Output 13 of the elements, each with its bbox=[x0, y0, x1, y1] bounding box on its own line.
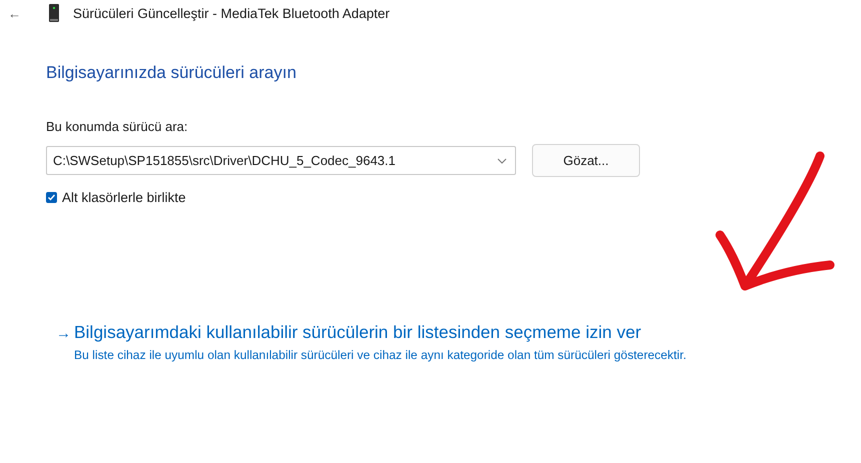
browse-button[interactable]: Gözat... bbox=[532, 144, 640, 177]
chevron-down-icon bbox=[497, 158, 507, 164]
checkbox-label: Alt klasörlerle birlikte bbox=[62, 190, 186, 205]
device-icon bbox=[49, 4, 59, 22]
back-button[interactable]: ← bbox=[8, 6, 22, 20]
page-heading: Bilgisayarınızda sürücüleri arayın bbox=[46, 63, 298, 83]
pick-driver-link[interactable]: Bilgisayarımdaki kullanılabilir sürücülerin bir listesinden seçmeme izin ver bbox=[74, 322, 642, 343]
link-description: Bu liste cihaz ile uyumlu olan kullanılabilir sürücüleri ve cihaz ile aynı kategoride olan tüm sürücüleri gösterecektir. bbox=[74, 348, 686, 362]
checkbox[interactable] bbox=[46, 192, 57, 203]
field-label: Bu konumda sürücü ara: bbox=[46, 119, 189, 134]
path-combobox[interactable]: C:\SWSetup\SP151855\src\Driver\DCHU_5_Codec_9643.1 bbox=[46, 146, 516, 175]
window-title: Sürücüleri Güncelleştir - MediaTek Bluetooth Adapter bbox=[73, 6, 390, 20]
link-arrow: → bbox=[56, 325, 72, 344]
